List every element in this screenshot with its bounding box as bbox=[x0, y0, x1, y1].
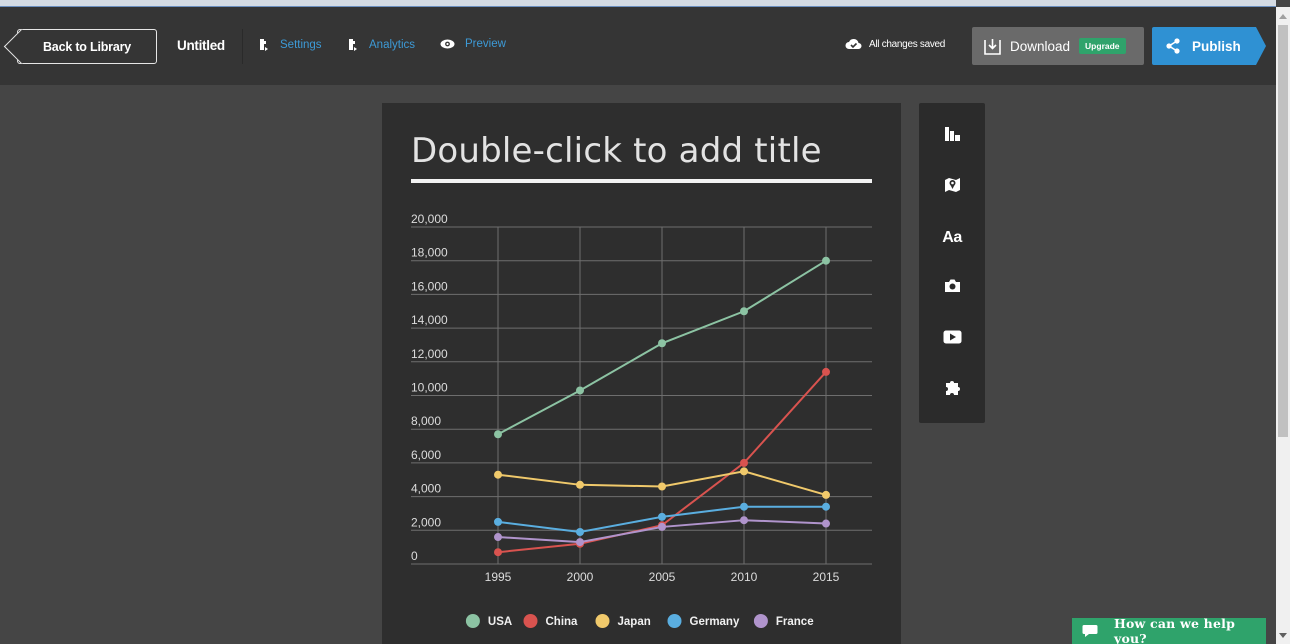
publish-button[interactable]: Publish bbox=[1152, 27, 1266, 65]
legend-label-usa: USA bbox=[488, 616, 512, 628]
download-icon bbox=[983, 37, 1002, 56]
bar-chart-icon bbox=[944, 126, 961, 147]
analytics-link[interactable]: Analytics bbox=[346, 38, 415, 52]
data-point-france bbox=[658, 522, 666, 531]
legend-swatch-usa bbox=[465, 614, 480, 628]
data-point-usa bbox=[740, 307, 748, 316]
legend-swatch-france bbox=[753, 614, 768, 628]
camera-icon bbox=[944, 278, 961, 298]
settings-link[interactable]: Settings bbox=[257, 38, 322, 52]
download-button[interactable]: Download Upgrade bbox=[972, 27, 1144, 65]
data-point-usa bbox=[576, 386, 584, 395]
preview-label: Preview bbox=[465, 38, 506, 50]
scroll-up-arrow[interactable] bbox=[1279, 14, 1287, 19]
help-chat-button[interactable]: How can we help you? bbox=[1072, 616, 1266, 644]
data-point-germany bbox=[658, 512, 666, 521]
data-point-japan bbox=[658, 482, 666, 491]
save-status-label: All changes saved bbox=[869, 38, 946, 50]
data-point-usa bbox=[822, 256, 830, 265]
settings-icon bbox=[257, 38, 270, 52]
x-tick-label: 2010 bbox=[731, 570, 758, 584]
y-tick-label: 0 bbox=[411, 549, 418, 563]
data-point-china bbox=[740, 458, 748, 467]
publish-label: Publish bbox=[1192, 38, 1241, 54]
scroll-thumb[interactable] bbox=[1278, 25, 1288, 437]
y-tick-label: 14,000 bbox=[411, 313, 448, 327]
eye-icon bbox=[440, 39, 455, 49]
data-point-france bbox=[822, 519, 830, 528]
data-point-france bbox=[494, 533, 502, 542]
cloud-check-icon bbox=[845, 38, 862, 50]
upgrade-badge: Upgrade bbox=[1079, 38, 1126, 54]
data-point-france bbox=[576, 538, 584, 547]
back-to-library-button[interactable]: Back to Library bbox=[17, 29, 157, 64]
window-top-edge bbox=[0, 0, 1276, 7]
save-status: All changes saved bbox=[845, 38, 945, 50]
legend-swatch-germany bbox=[667, 614, 682, 628]
insert-toolbar: Aa bbox=[919, 103, 985, 423]
data-point-usa bbox=[494, 430, 502, 439]
y-tick-label: 20,000 bbox=[411, 212, 448, 226]
data-point-france bbox=[740, 516, 748, 525]
y-tick-label: 18,000 bbox=[411, 246, 448, 260]
page-scrollbar[interactable] bbox=[1276, 7, 1290, 644]
data-point-japan bbox=[740, 467, 748, 476]
data-point-japan bbox=[576, 480, 584, 489]
legend-label-china: China bbox=[546, 616, 579, 628]
play-icon bbox=[943, 330, 962, 349]
y-tick-label: 8,000 bbox=[411, 414, 441, 428]
x-tick-label: 2015 bbox=[813, 570, 840, 584]
data-point-japan bbox=[494, 470, 502, 479]
y-tick-label: 2,000 bbox=[411, 515, 441, 529]
photo-tool[interactable] bbox=[919, 273, 985, 303]
legend-label-germany: Germany bbox=[690, 616, 740, 628]
chart-canvas[interactable]: Double-click to add title 0 2,000 4,000 6,0… bbox=[382, 103, 901, 644]
integration-tool[interactable] bbox=[919, 375, 985, 405]
toolbar-divider bbox=[242, 29, 243, 64]
text-tool[interactable]: Aa bbox=[919, 223, 985, 253]
top-toolbar: Back to Library Untitled Settings Analyt… bbox=[0, 7, 1276, 85]
y-tick-label: 12,000 bbox=[411, 347, 448, 361]
video-tool[interactable] bbox=[919, 324, 985, 354]
data-point-germany bbox=[576, 527, 584, 536]
map-tool[interactable] bbox=[919, 172, 985, 202]
chart-tool[interactable] bbox=[919, 121, 985, 151]
data-point-usa bbox=[658, 339, 666, 348]
x-tick-label: 2005 bbox=[649, 570, 676, 584]
map-icon bbox=[944, 176, 961, 198]
back-to-library-label: Back to Library bbox=[42, 39, 131, 54]
analytics-label: Analytics bbox=[369, 39, 416, 51]
legend-swatch-japan bbox=[595, 614, 610, 628]
text-icon: Aa bbox=[942, 229, 962, 246]
help-label: How can we help you? bbox=[1114, 616, 1236, 644]
line-chart[interactable]: 0 2,000 4,000 6,000 8,000 10,000 12,000 14,000 1… bbox=[382, 103, 901, 644]
data-point-japan bbox=[822, 490, 830, 499]
data-point-china bbox=[822, 367, 830, 376]
legend-label-japan: Japan bbox=[618, 616, 651, 628]
data-point-germany bbox=[494, 517, 502, 526]
data-point-china bbox=[494, 548, 502, 557]
data-point-germany bbox=[740, 502, 748, 511]
y-tick-label: 4,000 bbox=[411, 482, 441, 496]
analytics-icon bbox=[346, 38, 359, 52]
y-tick-label: 16,000 bbox=[411, 279, 448, 293]
settings-label: Settings bbox=[280, 39, 322, 51]
x-tick-label: 2000 bbox=[567, 570, 594, 584]
share-icon bbox=[1166, 38, 1180, 54]
download-label: Download bbox=[1010, 38, 1071, 54]
legend-swatch-china bbox=[523, 614, 538, 628]
legend-label-france: France bbox=[776, 616, 814, 628]
y-tick-label: 10,000 bbox=[411, 381, 448, 395]
preview-link[interactable]: Preview bbox=[440, 38, 506, 50]
x-tick-label: 1995 bbox=[485, 570, 512, 584]
y-tick-label: 6,000 bbox=[411, 448, 441, 462]
scroll-down-arrow[interactable] bbox=[1279, 633, 1287, 638]
data-point-germany bbox=[822, 502, 830, 511]
chat-bubble-icon bbox=[1082, 624, 1098, 638]
puzzle-icon bbox=[944, 379, 961, 401]
document-title[interactable]: Untitled bbox=[177, 38, 225, 53]
